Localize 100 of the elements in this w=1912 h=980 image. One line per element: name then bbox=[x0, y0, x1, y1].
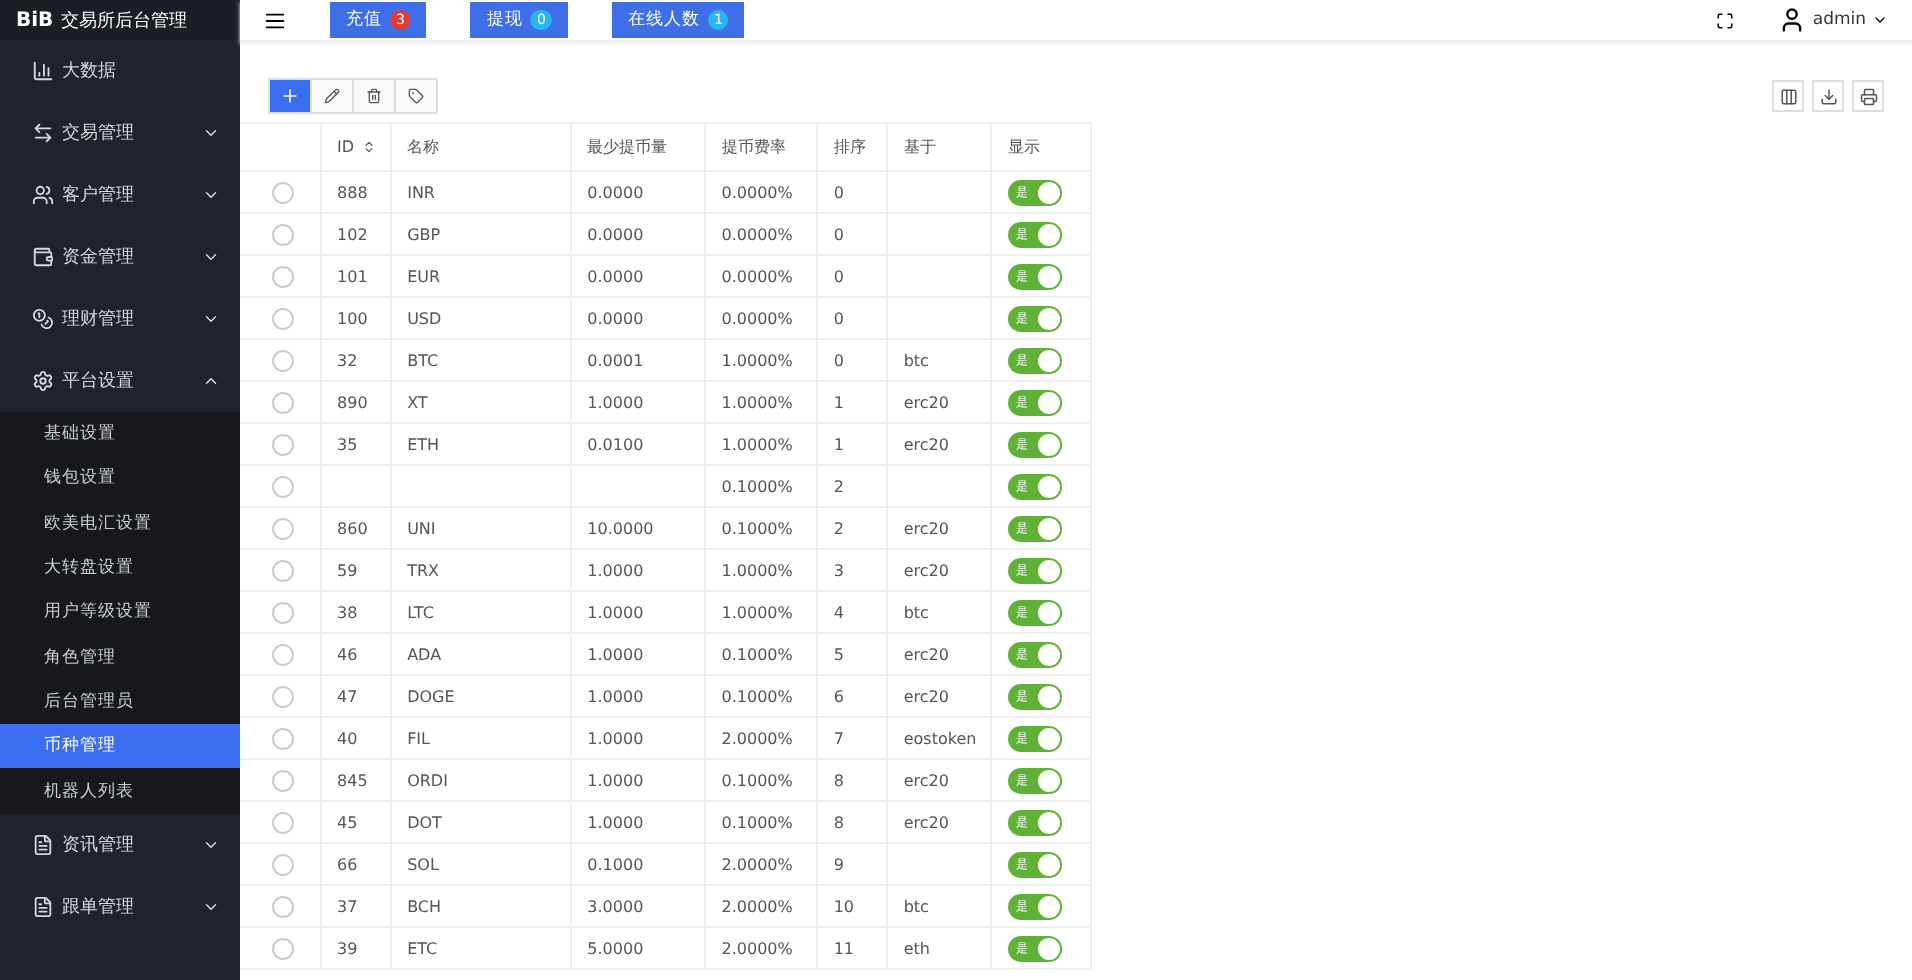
table-cell: 3 bbox=[816, 549, 887, 591]
edit-button[interactable] bbox=[310, 78, 354, 114]
table-cell: 4 bbox=[816, 591, 887, 633]
menu-icon[interactable] bbox=[264, 9, 286, 31]
document-icon bbox=[32, 895, 54, 918]
sidebar-subitem[interactable]: 用户等级设置 bbox=[0, 590, 240, 635]
table-cell: 1.0000% bbox=[704, 591, 817, 633]
sidebar-subitem[interactable]: 后台管理员 bbox=[0, 679, 240, 725]
sidebar-item[interactable]: 平台设置 bbox=[0, 350, 240, 412]
export-button[interactable] bbox=[1812, 80, 1844, 112]
row-radio[interactable] bbox=[272, 223, 294, 245]
sidebar-subitem[interactable]: 机器人列表 bbox=[0, 768, 240, 814]
table-cell: 1.0000% bbox=[704, 549, 817, 591]
table-cell: 45 bbox=[320, 801, 391, 843]
chart-icon bbox=[32, 60, 54, 82]
sidebar-subitem[interactable]: 基础设置 bbox=[0, 412, 240, 457]
table-cell: BCH bbox=[390, 885, 571, 927]
table-cell: 2.0000% bbox=[704, 717, 817, 759]
row-radio[interactable] bbox=[272, 559, 294, 581]
table-cell: 0.1000% bbox=[704, 801, 817, 843]
sidebar-item[interactable]: 理财管理 bbox=[0, 288, 240, 350]
download-icon bbox=[1819, 87, 1837, 105]
avatar-icon bbox=[1778, 6, 1807, 34]
table-cell: 5 bbox=[816, 633, 887, 675]
table-cell: erc20 bbox=[886, 633, 991, 675]
caret-icon bbox=[202, 124, 220, 142]
sidebar-subitem[interactable]: 角色管理 bbox=[0, 634, 240, 680]
table-cell: 11 bbox=[816, 927, 887, 969]
table-cell: 3.0000 bbox=[570, 885, 705, 927]
row-radio[interactable] bbox=[272, 475, 294, 497]
table-cell: 1.0000 bbox=[570, 381, 705, 423]
row-radio[interactable] bbox=[272, 769, 294, 791]
table-cell: 6 bbox=[816, 675, 887, 717]
row-radio[interactable] bbox=[272, 685, 294, 707]
row-radio[interactable] bbox=[272, 307, 294, 329]
table-cell: EUR bbox=[390, 255, 571, 297]
sidebar-item[interactable]: 资讯管理 bbox=[0, 813, 240, 876]
table-cell: 100 bbox=[320, 297, 391, 339]
sidebar-subitem[interactable]: 大转盘设置 bbox=[0, 545, 240, 591]
columns-button[interactable] bbox=[1772, 80, 1804, 112]
sidebar-item[interactable]: 交易管理 bbox=[0, 102, 240, 164]
sidebar-item[interactable]: 客户管理 bbox=[0, 164, 240, 226]
app-title: 交易所后台管理 bbox=[61, 9, 188, 33]
row-radio[interactable] bbox=[272, 517, 294, 539]
caret-icon bbox=[1872, 12, 1888, 28]
table-cell: BTC bbox=[390, 339, 571, 381]
row-radio[interactable] bbox=[272, 433, 294, 455]
table-cell: 102 bbox=[320, 213, 391, 255]
table-cell: 0.0000% bbox=[704, 213, 817, 255]
caret-icon bbox=[202, 372, 220, 390]
table-cell: erc20 bbox=[886, 507, 991, 549]
row-radio[interactable] bbox=[272, 895, 294, 917]
sidebar-item[interactable]: 大数据 bbox=[0, 40, 240, 102]
sidebar-subitem[interactable]: 钱包设置 bbox=[0, 456, 240, 502]
table-cell: 1.0000 bbox=[570, 549, 705, 591]
row-radio[interactable] bbox=[272, 391, 294, 413]
row-radio[interactable] bbox=[272, 265, 294, 287]
table-cell: ORDI bbox=[390, 759, 571, 801]
row-radio[interactable] bbox=[272, 181, 294, 203]
table-cell: 1.0000 bbox=[570, 633, 705, 675]
table-cell: 0.0000 bbox=[570, 213, 705, 255]
delete-button[interactable] bbox=[352, 78, 396, 114]
row-radio[interactable] bbox=[272, 811, 294, 833]
columns-icon bbox=[1779, 87, 1797, 105]
fullscreen-icon[interactable] bbox=[1716, 11, 1735, 29]
column-header[interactable]: ID bbox=[320, 123, 391, 171]
row-radio[interactable] bbox=[272, 727, 294, 749]
table-cell: 2.0000% bbox=[704, 885, 817, 927]
row-radio[interactable] bbox=[272, 853, 294, 875]
caret-icon bbox=[202, 248, 220, 266]
print-button[interactable] bbox=[1852, 80, 1884, 112]
sidebar-subitem[interactable]: 币种管理 bbox=[0, 724, 240, 769]
table-cell: DOT bbox=[390, 801, 571, 843]
table-cell: 0.1000% bbox=[704, 633, 817, 675]
table-cell: 10.0000 bbox=[570, 507, 705, 549]
sidebar-subitem[interactable]: 欧美电汇设置 bbox=[0, 501, 240, 546]
sidebar-item[interactable]: 资金管理 bbox=[0, 226, 240, 288]
table-cell: DOGE bbox=[390, 675, 571, 717]
table-cell: 0.1000 bbox=[570, 843, 705, 885]
row-radio[interactable] bbox=[272, 349, 294, 371]
sort-icon[interactable] bbox=[362, 140, 377, 155]
table-cell: btc bbox=[886, 339, 991, 381]
table-cell: 890 bbox=[320, 381, 391, 423]
table-cell: 0.0001 bbox=[570, 339, 705, 381]
row-radio[interactable] bbox=[272, 601, 294, 623]
wallet-icon bbox=[32, 246, 54, 268]
row-radio[interactable] bbox=[272, 937, 294, 959]
add-button[interactable] bbox=[268, 78, 312, 114]
caret-icon bbox=[202, 186, 220, 204]
table-cell: 1.0000% bbox=[704, 423, 817, 465]
table-cell: 0.0000 bbox=[570, 171, 705, 213]
users-icon bbox=[32, 184, 54, 206]
tag-button[interactable] bbox=[394, 78, 438, 114]
user-name[interactable]: admin bbox=[1812, 10, 1866, 30]
table-cell: eostoken bbox=[886, 717, 991, 759]
table-cell: 10 bbox=[816, 885, 887, 927]
table-cell: LTC bbox=[390, 591, 571, 633]
document-icon bbox=[32, 833, 54, 856]
sidebar-item[interactable]: 跟单管理 bbox=[0, 875, 240, 938]
row-radio[interactable] bbox=[272, 643, 294, 665]
